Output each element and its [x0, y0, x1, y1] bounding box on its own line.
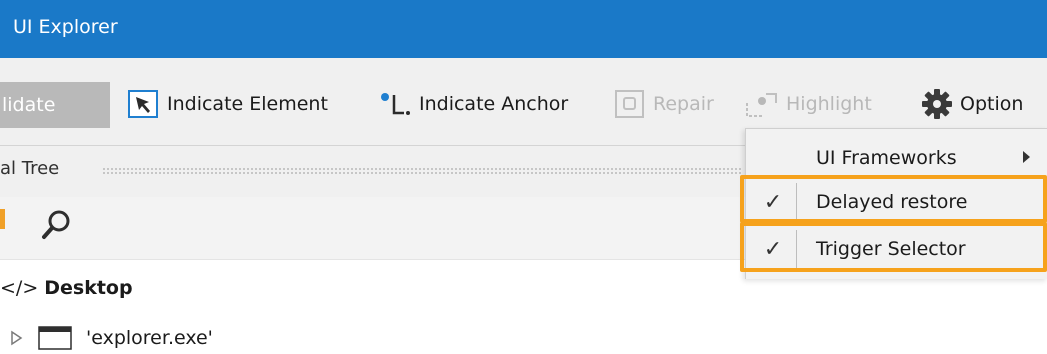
indicate-anchor-icon [381, 93, 410, 115]
search-icon[interactable] [40, 207, 76, 243]
submenu-arrow-icon [1023, 151, 1030, 163]
highlight-icon [746, 93, 777, 117]
options-label: Option [960, 93, 1024, 115]
indicate-anchor-label: Indicate Anchor [419, 93, 569, 115]
explorer-node-label: 'explorer.exe' [86, 327, 213, 349]
ui-frameworks-label: UI Frameworks [816, 147, 957, 169]
trigger-selector-highlight [740, 222, 1047, 272]
indicate-element-icon [128, 90, 158, 118]
title-bar: UI Explorer [0, 0, 1047, 58]
gear-icon [922, 89, 952, 119]
options-button[interactable]: Option [920, 81, 1023, 127]
repair-button[interactable]: Repair [613, 81, 714, 127]
header-drag-grip[interactable] [102, 167, 742, 175]
repair-label: Repair [653, 93, 714, 115]
window-icon [38, 326, 72, 350]
desktop-node-label: Desktop [44, 277, 133, 299]
indicate-element-label: Indicate Element [167, 93, 328, 115]
orange-marker [0, 209, 5, 229]
indicate-element-button[interactable]: Indicate Element [127, 81, 328, 127]
highlight-button[interactable]: Highlight [742, 81, 872, 127]
repair-icon [615, 90, 644, 118]
visual-tree-header: al Tree [0, 145, 745, 198]
expand-arrow-icon[interactable] [10, 330, 24, 346]
indicate-anchor-button[interactable]: Indicate Anchor [377, 81, 568, 127]
validate-button[interactable]: lidate [0, 82, 110, 128]
code-tag-icon: </> [0, 277, 39, 299]
tree-node-desktop[interactable]: </> Desktop [0, 268, 133, 308]
tree-node-explorer[interactable]: 'explorer.exe' [10, 322, 213, 354]
highlight-label: Highlight [786, 93, 872, 115]
visual-tree-label: al Tree [0, 158, 60, 179]
window-title: UI Explorer [13, 16, 118, 38]
delayed-restore-highlight [740, 175, 1047, 223]
